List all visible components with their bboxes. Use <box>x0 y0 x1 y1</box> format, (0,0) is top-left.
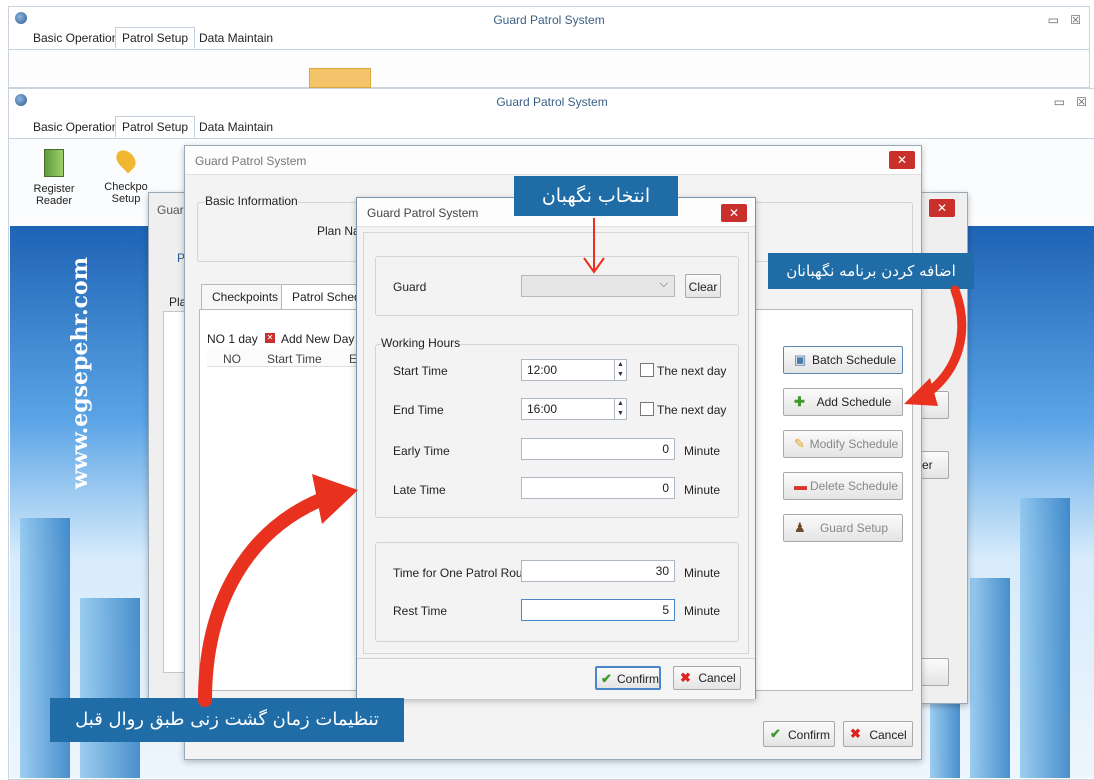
add-schedule-arrow <box>904 285 967 406</box>
arrow-overlay <box>198 218 967 707</box>
patrol-settings-arrow <box>198 474 358 707</box>
select-guard-arrow <box>583 218 605 274</box>
